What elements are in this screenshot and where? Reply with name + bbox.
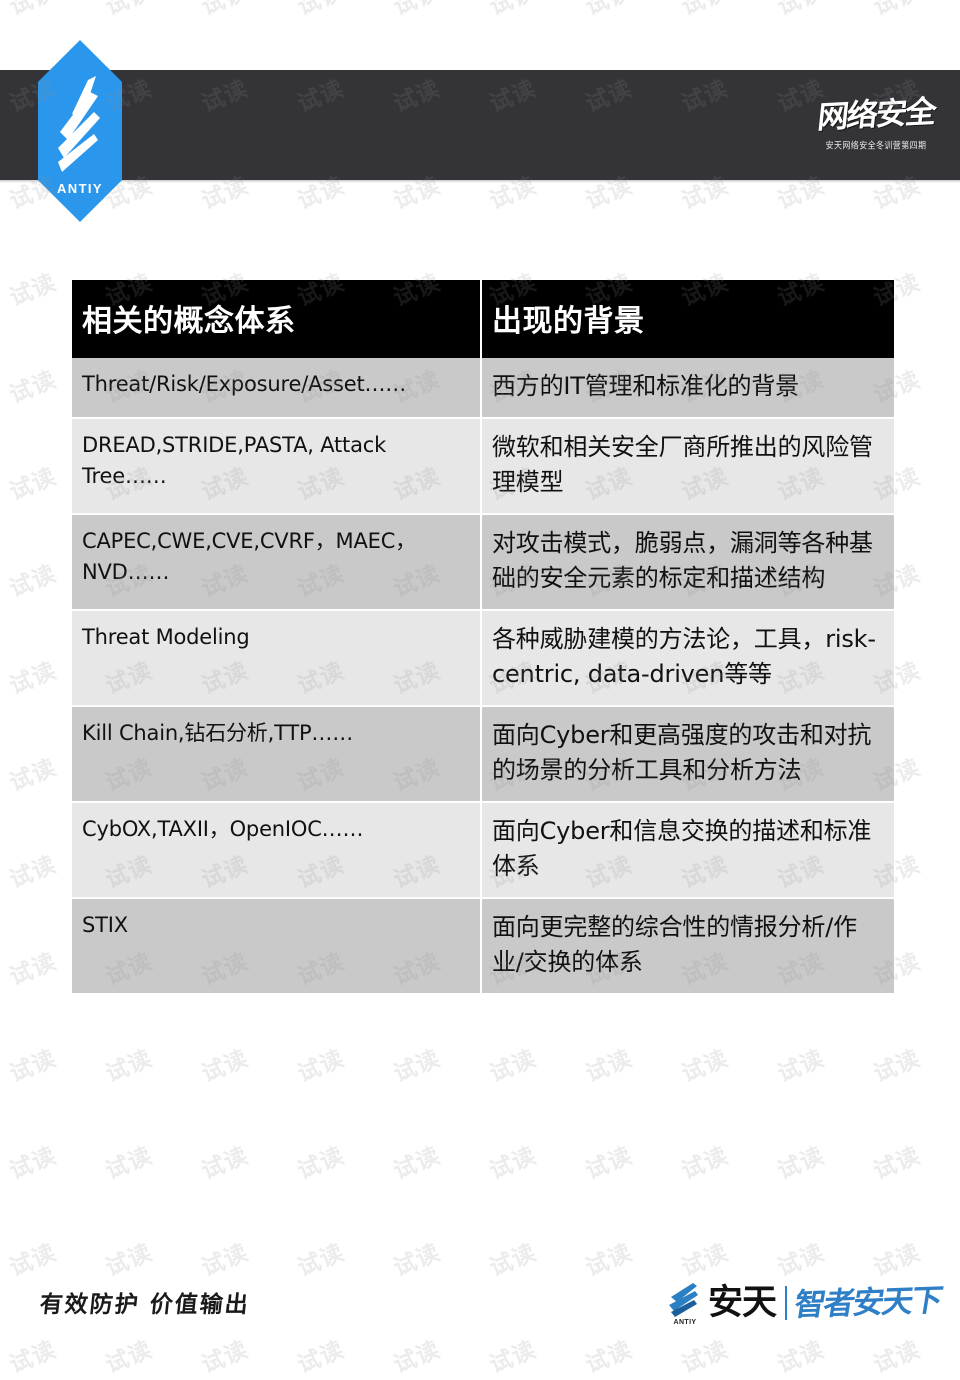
footer-brand-divider [785,1286,787,1320]
watermark-text: 试读 [5,462,61,506]
cell-concept: CybOX,TAXII，OpenIOC…… [72,802,482,900]
watermark-text: 试读 [5,1335,61,1379]
watermark-text: 试读 [197,1238,253,1282]
watermark-text: 试读 [869,1141,925,1185]
cell-concept: Threat/Risk/Exposure/Asset…… [72,358,482,420]
table-row: DREAD,STRIDE,PASTA, Attack Tree…… 微软和相关安全… [72,418,894,516]
table-row: Threat/Risk/Exposure/Asset…… 西方的IT管理和标准化的… [72,358,894,420]
watermark-text: 试读 [485,1141,541,1185]
table-head: 相关的概念体系 出现的背景 [72,280,894,358]
footer-antiy-logo-icon: ANTIY [665,1280,705,1326]
cell-context: 面向Cyber和信息交换的描述和标准体系 [481,802,894,900]
watermark-text: 试读 [387,0,445,22]
footer-brand-name: 安天 [707,1282,777,1323]
watermark-text: 试读 [677,1044,733,1088]
watermark-text: 试读 [677,1335,733,1379]
footer-brand-tagline: 智者安天下 [791,1281,944,1324]
table-row: Kill Chain,钻石分析,TTP…… 面向Cyber和更高强度的攻击和对抗的… [72,706,894,804]
cell-context: 西方的IT管理和标准化的背景 [481,358,894,420]
watermark-text: 试读 [675,0,733,22]
concept-systems-table: 相关的概念体系 出现的背景 Threat/Risk/Exposure/Asset… [72,280,894,994]
watermark-text: 试读 [773,1044,829,1088]
watermark-text: 试读 [5,947,61,991]
footer-antiy-wordmark: ANTIY [673,1319,697,1326]
watermark-text: 试读 [485,1044,541,1088]
watermark-text: 试读 [869,1335,925,1379]
watermark-text: 试读 [101,1044,157,1088]
watermark-text: 试读 [197,1335,253,1379]
watermark-text: 试读 [293,1238,349,1282]
watermark-text: 试读 [5,1141,61,1185]
watermark-text: 试读 [5,753,61,797]
cell-concept: Threat Modeling [72,610,482,708]
cell-concept: DREAD,STRIDE,PASTA, Attack Tree…… [72,418,482,516]
watermark-text: 试读 [771,0,829,22]
watermark-text: 试读 [5,559,61,603]
watermark-text: 试读 [579,0,637,22]
watermark-text: 试读 [5,1238,61,1282]
watermark-text: 试读 [5,656,61,700]
footer-brand: ANTIY 安天 智者安天下 [665,1276,944,1330]
watermark-text: 试读 [197,1044,253,1088]
watermark-text: 试读 [581,1044,637,1088]
watermark-text: 试读 [483,0,541,22]
watermark-text: 试读 [389,1141,445,1185]
cell-context: 面向Cyber和更高强度的攻击和对抗的场景的分析工具和分析方法 [481,706,894,804]
watermark-text: 试读 [485,1238,541,1282]
watermark-text: 试读 [677,1141,733,1185]
watermark-text: 试读 [773,1335,829,1379]
slide-canvas: ANTIY 网络安全 安天网络安全冬训营第四期 相关的概念体系 出现的背景 Th… [0,0,960,1379]
watermark-text: 试读 [293,1141,349,1185]
header-band-shadow [0,180,960,183]
watermark-text: 试读 [581,1335,637,1379]
watermark-text: 试读 [581,1238,637,1282]
cell-context: 对攻击模式，脆弱点，漏洞等各种基础的安全元素的标定和描述结构 [481,514,894,612]
emblem-sub-text: 安天网络安全冬训营第四期 [825,139,927,151]
table-row: CybOX,TAXII，OpenIOC…… 面向Cyber和信息交换的描述和标准体… [72,802,894,900]
watermark-text: 试读 [101,1141,157,1185]
watermark-text: 试读 [581,1141,637,1185]
footer-slogan: 有效防护 价值输出 [38,1291,252,1318]
cell-concept: Kill Chain,钻石分析,TTP…… [72,706,482,804]
watermark-text: 试读 [867,0,925,22]
antiy-logo: ANTIY [38,40,122,222]
cell-context: 各种威胁建模的方法论，工具，risk-centric, data-driven等… [481,610,894,708]
watermark-text: 试读 [195,0,253,22]
table-row: STIX 面向更完整的综合性的情报分析/作业/交换的体系 [72,898,894,994]
watermark-text: 试读 [389,1335,445,1379]
column-header-context: 出现的背景 [481,280,894,358]
watermark-text: 试读 [101,1238,157,1282]
column-header-concept: 相关的概念体系 [72,280,482,358]
antiy-wordmark: ANTIY [57,181,103,196]
watermark-text: 试读 [869,1044,925,1088]
cell-context: 微软和相关安全厂商所推出的风险管理模型 [481,418,894,516]
watermark-text: 试读 [5,268,61,312]
table-body: Threat/Risk/Exposure/Asset…… 西方的IT管理和标准化的… [72,358,894,994]
watermark-text: 试读 [5,850,61,894]
watermark-text: 试读 [485,1335,541,1379]
watermark-text: 试读 [5,365,61,409]
watermark-text: 试读 [99,0,157,22]
watermark-text: 试读 [389,1238,445,1282]
watermark-text: 试读 [291,0,349,22]
calligraphy-emblem: 网络安全 安天网络安全冬训营第四期 [810,74,942,176]
table-row: CAPEC,CWE,CVE,CVRF，MAEC，NVD…… 对攻击模式，脆弱点，漏… [72,514,894,612]
table-row: Threat Modeling 各种威胁建模的方法论，工具，risk-centri… [72,610,894,708]
cell-context: 面向更完整的综合性的情报分析/作业/交换的体系 [481,898,894,994]
watermark-text: 试读 [3,0,61,22]
cell-concept: CAPEC,CWE,CVE,CVRF，MAEC，NVD…… [72,514,482,612]
watermark-text: 试读 [293,1044,349,1088]
watermark-text: 试读 [293,1335,349,1379]
watermark-text: 试读 [773,1141,829,1185]
cell-concept: STIX [72,898,482,994]
watermark-text: 试读 [101,1335,157,1379]
watermark-text: 试读 [389,1044,445,1088]
table-header-row: 相关的概念体系 出现的背景 [72,280,894,358]
emblem-main-text: 网络安全 [815,93,937,136]
watermark-text: 试读 [197,1141,253,1185]
watermark-text: 试读 [5,1044,61,1088]
